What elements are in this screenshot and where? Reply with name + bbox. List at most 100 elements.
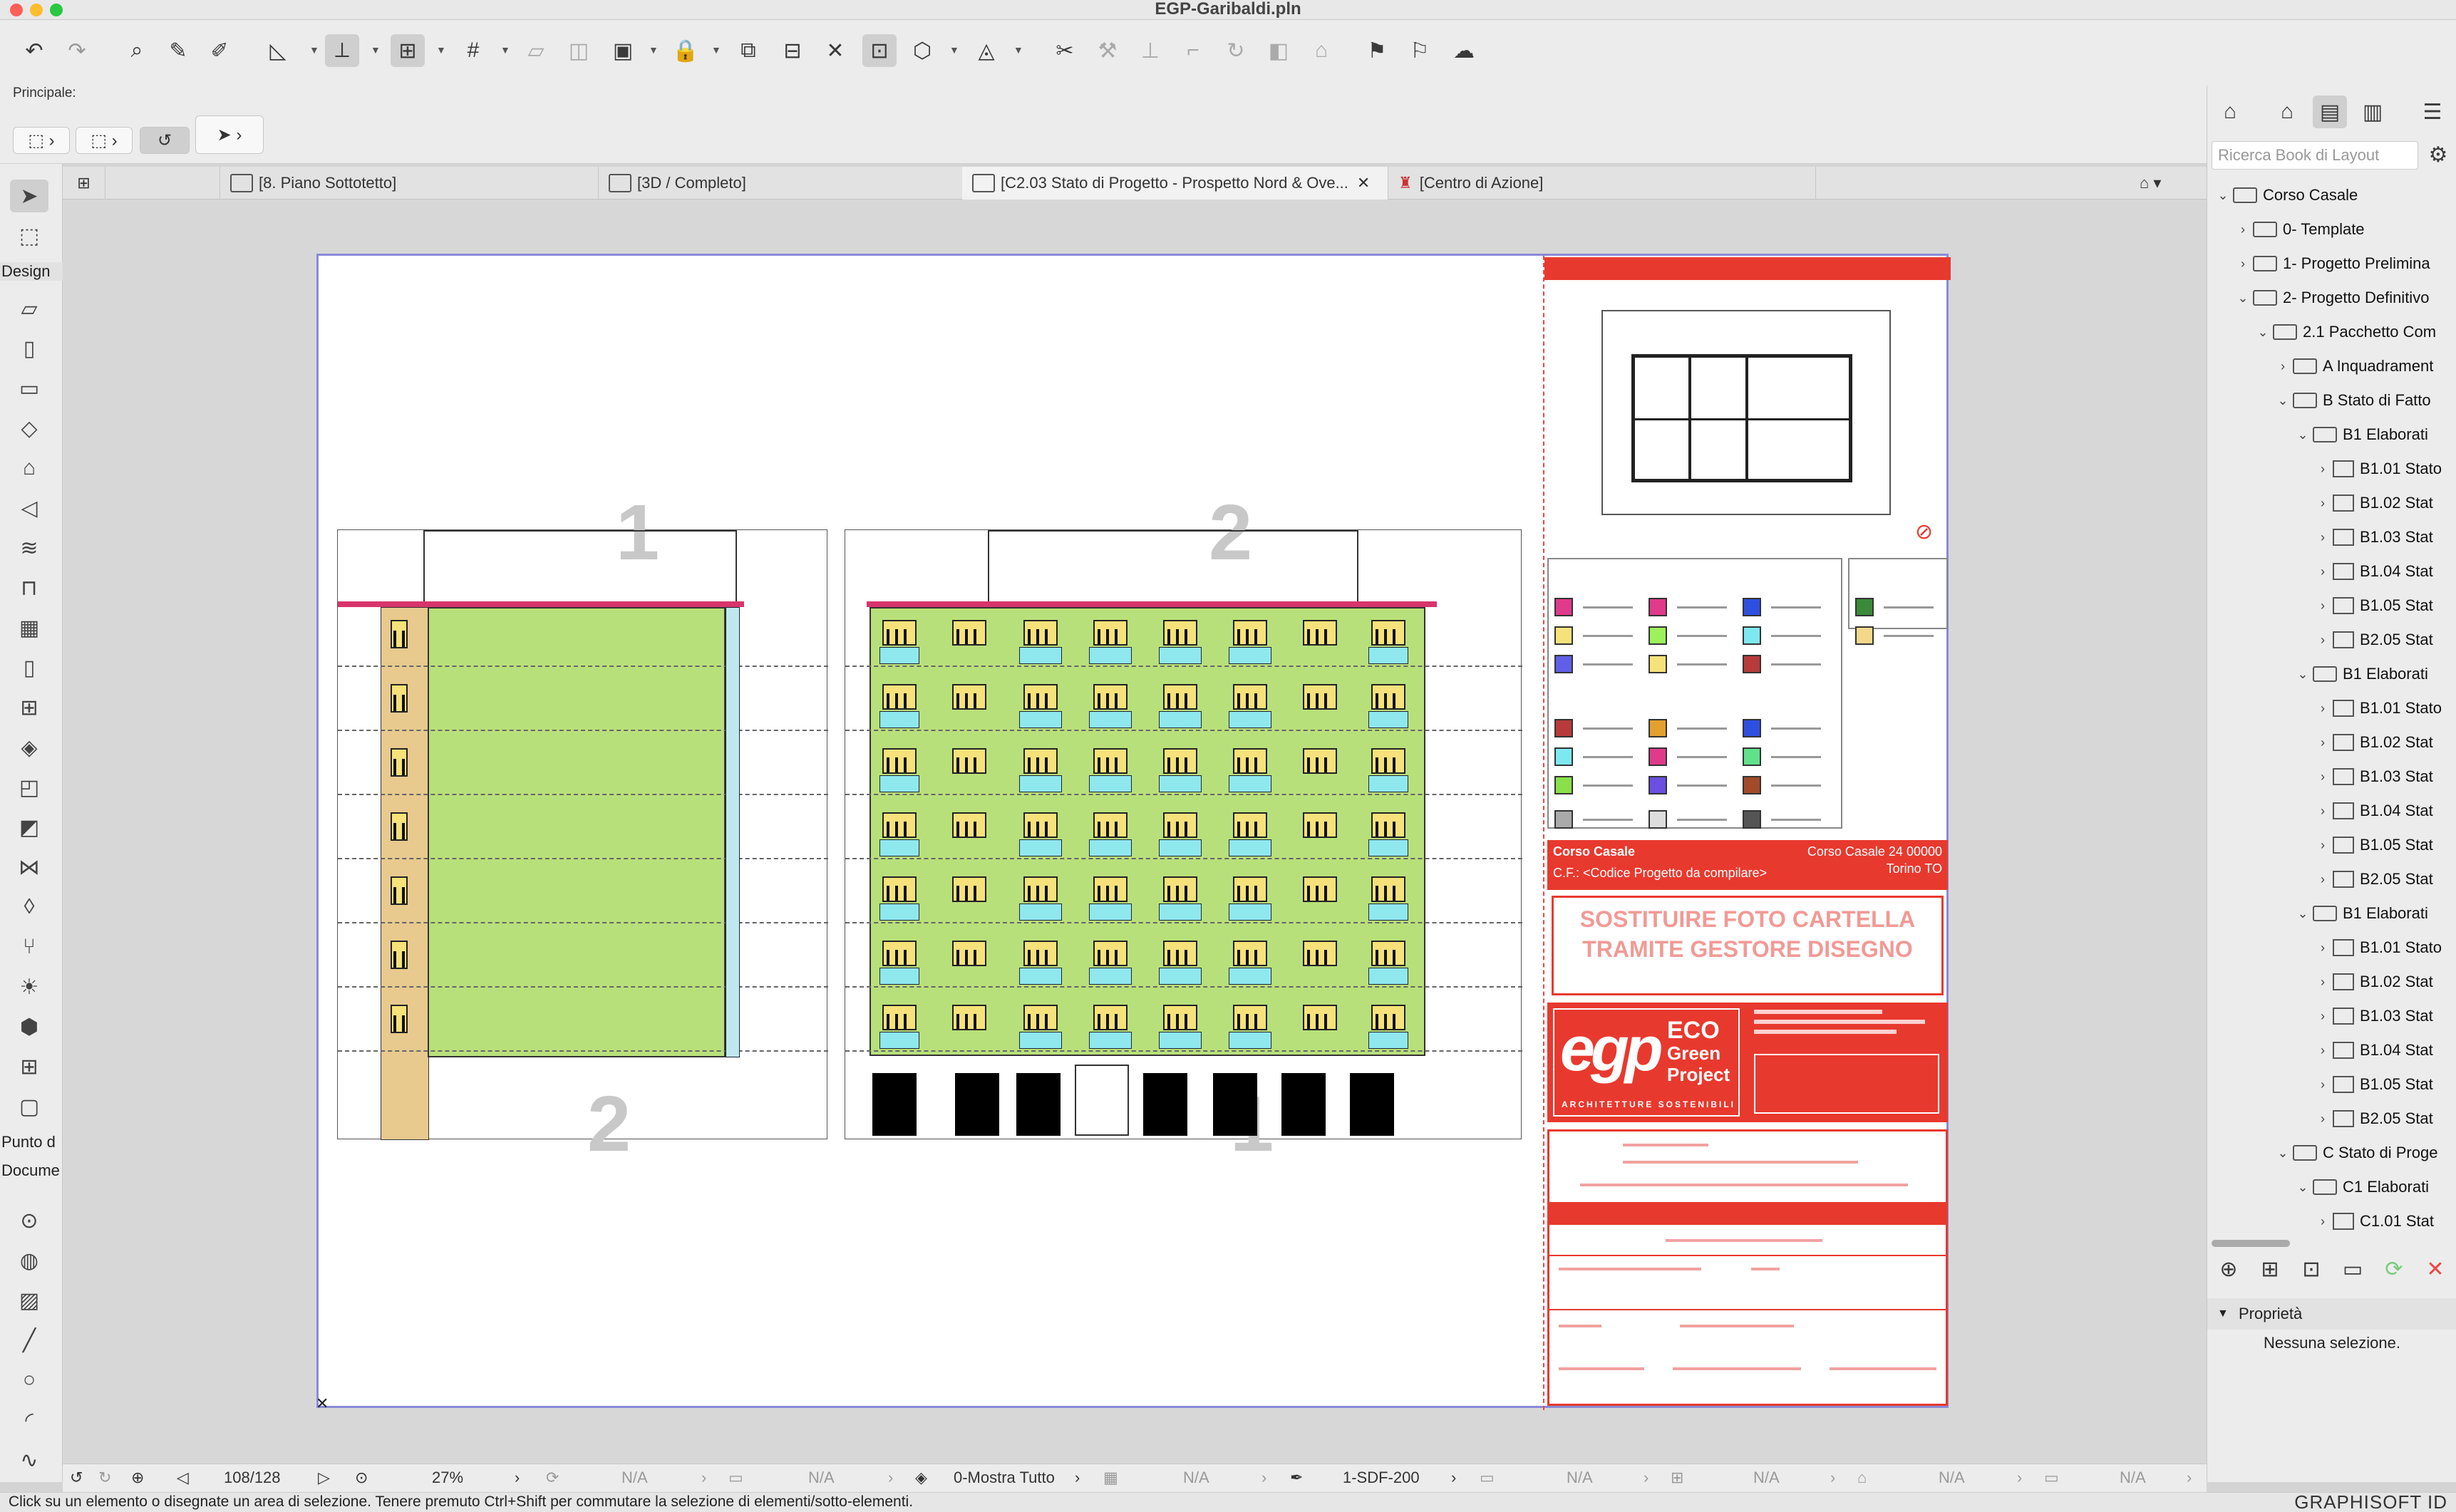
- grid-snap-icon[interactable]: #: [456, 34, 490, 67]
- tab-layout-c203[interactable]: [C2.03 Stato di Progetto - Prospetto Nor…: [962, 167, 1388, 200]
- tree-item[interactable]: › B2.05 Stat: [2313, 1102, 2433, 1136]
- roof-tool-icon[interactable]: ⌂: [10, 452, 48, 485]
- arrow-tool-icon[interactable]: ➤: [10, 180, 48, 212]
- split-icon[interactable]: ✂: [1048, 34, 1082, 67]
- tree-item[interactable]: › B1.03 Stat: [2313, 760, 2433, 794]
- tree-item[interactable]: › B1.01 Stato: [2313, 691, 2442, 725]
- 3d-view-icon[interactable]: ⬡: [905, 34, 939, 67]
- redo-icon[interactable]: ↷: [60, 34, 94, 67]
- object-tool-icon[interactable]: ⑂: [10, 931, 48, 963]
- previous-page-icon[interactable]: ◁: [177, 1469, 189, 1487]
- selection-method-button[interactable]: ⬚ ›: [13, 127, 70, 154]
- tree-item[interactable]: ⌄ Corso Casale: [2213, 178, 2358, 212]
- tree-item[interactable]: ⌄ B1 Elaborati: [2293, 896, 2427, 931]
- layer-combination[interactable]: 0-Mostra Tutto: [954, 1469, 1055, 1487]
- chevron-right-icon[interactable]: ›: [2313, 599, 2333, 613]
- window-tool-icon[interactable]: ⊞: [10, 691, 48, 724]
- chevron-down-icon[interactable]: ▼: [436, 44, 446, 56]
- tab-piano-sottotetto[interactable]: [8. Piano Sottotetto]: [220, 167, 599, 200]
- line-tool-icon[interactable]: ╱: [10, 1324, 48, 1357]
- shell-tool-icon[interactable]: ◁: [10, 492, 48, 524]
- elevation-north[interactable]: 2 1: [845, 489, 1522, 1168]
- selection-area-button[interactable]: ⬚ ›: [76, 127, 133, 154]
- chevron-right-icon[interactable]: ›: [515, 1469, 520, 1487]
- chevron-down-icon[interactable]: ▼: [309, 44, 319, 56]
- chevron-down-icon[interactable]: ▼: [711, 44, 721, 56]
- chevron-right-icon[interactable]: ›: [2313, 530, 2333, 545]
- properties-header[interactable]: ▼ Proprietà: [2207, 1298, 2456, 1330]
- roof-icon[interactable]: ⌂: [1304, 34, 1338, 67]
- layout-book-tree[interactable]: ⌄ Corso Casale › 0- Template › 1- Progetto Pr…: [2207, 178, 2450, 1318]
- flag-icon[interactable]: ⚑: [1360, 34, 1394, 67]
- design-section-label[interactable]: Design: [0, 262, 63, 281]
- tree-item[interactable]: › C1.01 Stat: [2313, 1204, 2434, 1238]
- structural-function-icon[interactable]: ⊞: [1671, 1469, 1683, 1487]
- view-options-dropdown[interactable]: ⌂ ▾: [2130, 167, 2207, 200]
- chevron-right-icon[interactable]: ›: [2313, 975, 2333, 990]
- tree-item[interactable]: › B2.05 Stat: [2313, 623, 2433, 657]
- tree-item[interactable]: › B1.04 Stat: [2313, 554, 2433, 589]
- opening-tool-icon[interactable]: ▢: [10, 1090, 48, 1123]
- redo-zoom-icon[interactable]: ↻: [98, 1469, 111, 1487]
- tree-item[interactable]: › B1.01 Stato: [2313, 931, 2442, 965]
- chevron-right-icon[interactable]: ›: [888, 1469, 893, 1487]
- wall-tool-icon[interactable]: ▱: [10, 292, 48, 325]
- document-section-label[interactable]: Docume: [0, 1161, 63, 1180]
- chevron-down-icon[interactable]: ▼: [500, 44, 510, 56]
- gear-icon[interactable]: ⚙: [2421, 138, 2455, 171]
- issue-manager-icon[interactable]: ⚐: [1403, 34, 1437, 67]
- railing-tool-icon[interactable]: ⊓: [10, 571, 48, 604]
- tree-item[interactable]: › B1.02 Stat: [2313, 965, 2433, 999]
- suspend-groups-icon[interactable]: ⊡: [862, 34, 897, 67]
- chevron-right-icon[interactable]: ›: [2017, 1469, 2022, 1487]
- rotate-icon[interactable]: ⟳: [546, 1469, 559, 1487]
- tree-item[interactable]: › B1.05 Stat: [2313, 828, 2433, 862]
- tree-item[interactable]: › B1.05 Stat: [2313, 589, 2433, 623]
- project-map-icon[interactable]: ⌂: [2213, 95, 2247, 128]
- title-block[interactable]: ⊘ Corso Casale C.F.: <Codice Progetto da…: [1543, 256, 1951, 1410]
- chevron-down-icon[interactable]: ⌄: [2233, 291, 2253, 306]
- dimension-standard-icon[interactable]: ▭: [2044, 1469, 2059, 1487]
- chevron-down-icon[interactable]: ▼: [649, 44, 659, 56]
- tree-item[interactable]: › B1.02 Stat: [2313, 486, 2433, 520]
- group-icon[interactable]: ⧉: [731, 34, 765, 67]
- tree-item[interactable]: ⌄ B1 Elaborati: [2293, 418, 2427, 452]
- chevron-right-icon[interactable]: ›: [2313, 1077, 2333, 1092]
- chevron-down-icon[interactable]: ▼: [1013, 44, 1023, 56]
- chevron-down-icon[interactable]: ⌄: [2293, 906, 2313, 921]
- chevron-right-icon[interactable]: ›: [2313, 462, 2333, 477]
- chevron-right-icon[interactable]: ›: [2313, 770, 2333, 785]
- level-dimension-tool-icon[interactable]: ⊙: [10, 1204, 48, 1237]
- chevron-right-icon[interactable]: ›: [2313, 1043, 2333, 1058]
- lock-icon[interactable]: 🔒: [669, 34, 703, 67]
- delete-icon[interactable]: ✕: [2418, 1253, 2452, 1285]
- solid-operations-icon[interactable]: ◧: [1261, 34, 1296, 67]
- chevron-right-icon[interactable]: ›: [701, 1469, 706, 1487]
- new-layout-icon[interactable]: ⊕: [2212, 1253, 2246, 1285]
- chevron-down-icon[interactable]: ⌄: [2293, 667, 2313, 682]
- chevron-right-icon[interactable]: ›: [1261, 1469, 1266, 1487]
- tree-item[interactable]: › B1.04 Stat: [2313, 794, 2433, 828]
- tree-item[interactable]: ⌄ 2.1 Pacchetto Com: [2253, 315, 2436, 349]
- layers-icon[interactable]: ▣: [606, 34, 640, 67]
- chevron-right-icon[interactable]: ›: [2313, 804, 2333, 819]
- zone-tool-icon[interactable]: ⬢: [10, 1010, 48, 1043]
- tree-item[interactable]: ⌄ B1 Elaborati: [2293, 657, 2427, 691]
- tree-item[interactable]: › 1- Progetto Prelimina: [2233, 247, 2430, 281]
- scale-icon[interactable]: ▭: [728, 1469, 743, 1487]
- graphisoft-id[interactable]: GRAPHISOFT ID: [2294, 1493, 2447, 1511]
- chevron-down-icon[interactable]: ▼: [949, 44, 959, 56]
- renovation-icon[interactable]: ◬: [969, 34, 1003, 67]
- tree-scrollbar[interactable]: [2212, 1240, 2290, 1247]
- chevron-right-icon[interactable]: ›: [1644, 1469, 1648, 1487]
- graphic-override-icon[interactable]: ▭: [1480, 1469, 1495, 1487]
- tree-item[interactable]: › A Inquadrament: [2273, 349, 2433, 383]
- viewpoint-section-label[interactable]: Punto d: [0, 1133, 63, 1151]
- chevron-right-icon[interactable]: ›: [1830, 1469, 1835, 1487]
- chevron-down-icon[interactable]: ⌄: [2213, 188, 2233, 203]
- tree-item[interactable]: ⌄ C Stato di Proge: [2273, 1136, 2437, 1170]
- marquee-tool-icon[interactable]: ⬚: [10, 219, 48, 252]
- chevron-down-icon[interactable]: ⌄: [2273, 393, 2293, 408]
- panel-menu-icon[interactable]: ☰: [2415, 95, 2450, 128]
- intersect-icon[interactable]: ⊥: [1133, 34, 1167, 67]
